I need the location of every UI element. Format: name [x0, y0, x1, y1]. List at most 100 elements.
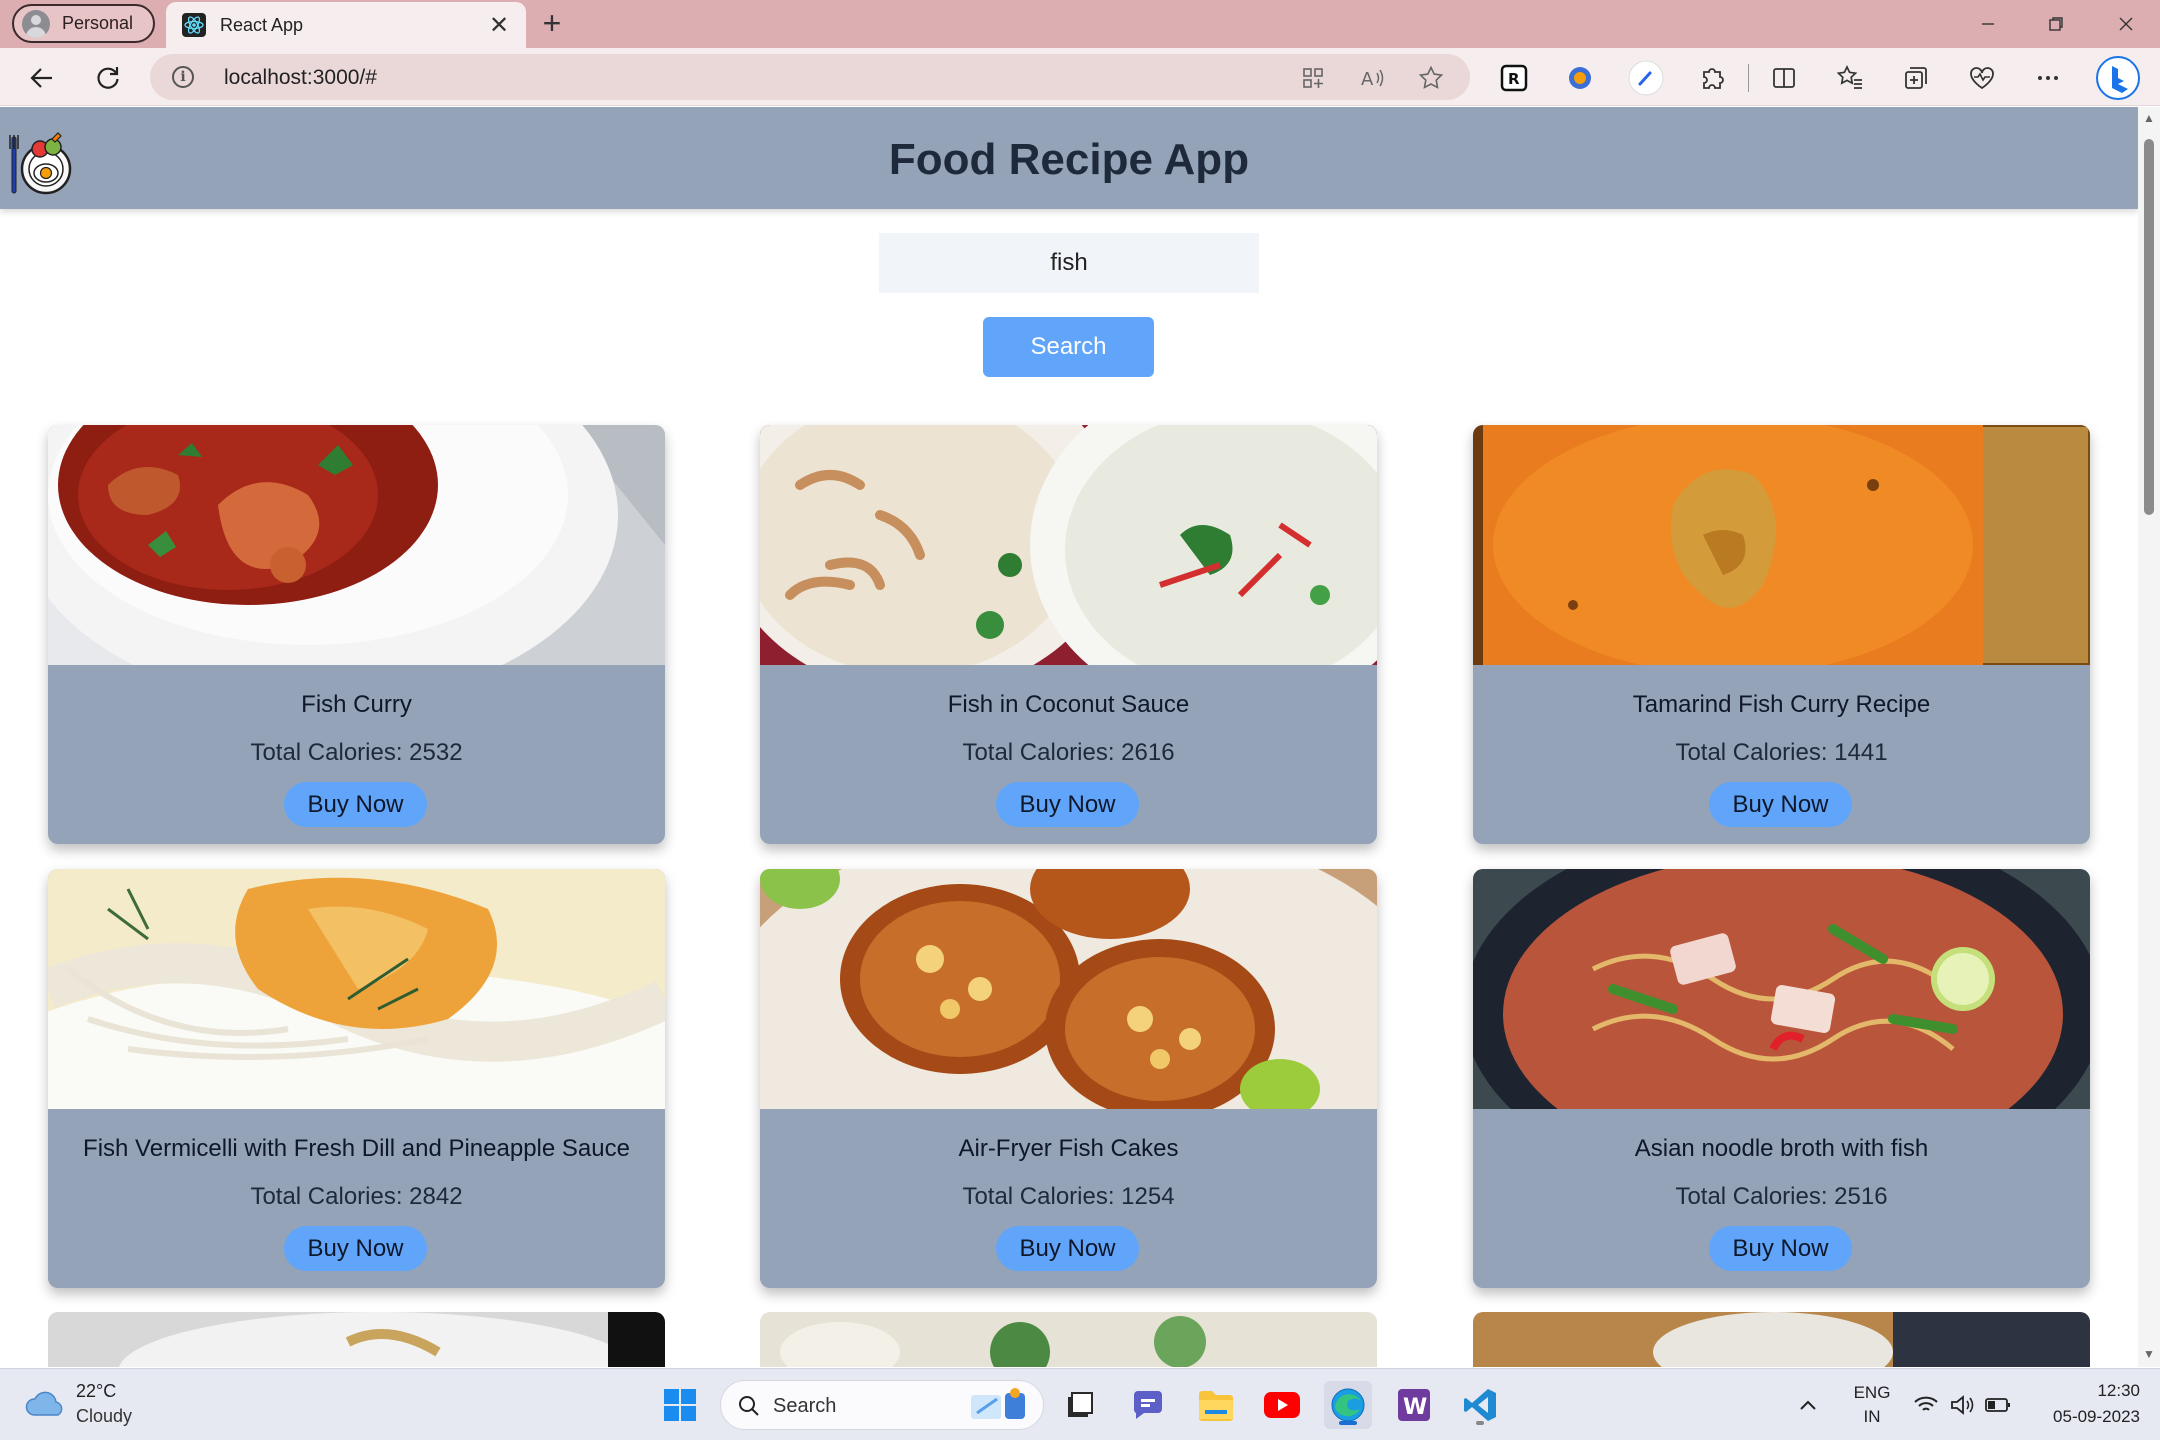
back-arrow-icon[interactable] [22, 58, 62, 98]
scrollbar-thumb[interactable] [2144, 139, 2154, 515]
clock-date[interactable]: 05-09-2023 [2030, 1407, 2140, 1427]
svg-text:R: R [1508, 70, 1520, 88]
recipe-title: Tamarind Fish Curry Recipe [1632, 691, 1931, 718]
extension-pen-icon[interactable] [1626, 58, 1666, 98]
refresh-icon[interactable] [88, 58, 128, 98]
app-header: Food Recipe App [0, 107, 2138, 209]
search-highlight-icon [971, 1388, 1025, 1419]
word-app-icon[interactable]: W [1390, 1381, 1438, 1429]
edge-browser-icon[interactable] [1324, 1381, 1372, 1429]
teams-chat-icon[interactable] [1124, 1381, 1172, 1429]
close-tab-icon[interactable]: ✕ [484, 10, 514, 40]
app-available-icon[interactable] [1298, 64, 1328, 92]
profile-label: Personal [62, 13, 134, 33]
extension-shield-icon[interactable] [1560, 58, 1600, 98]
recipe-calories: Total Calories: 2532 [250, 739, 463, 766]
recipe-search-input[interactable] [879, 233, 1259, 293]
recipe-card: Air-Fryer Fish Cakes Total Calories: 125… [760, 869, 1377, 1288]
recipe-calories: Total Calories: 2616 [962, 739, 1175, 766]
profile-avatar-icon [22, 9, 50, 38]
minimize-icon[interactable] [1960, 6, 2016, 42]
tab-title: React App [220, 14, 304, 35]
browser-toolbar: i localhost:3000/# A R [0, 48, 2160, 106]
recipe-image-fish-vermicelli [48, 869, 665, 1109]
split-screen-icon[interactable] [1764, 58, 1804, 98]
recipe-image-noodle-broth [1473, 869, 2090, 1109]
recipe-card: Fish Vermicelli with Fresh Dill and Pine… [48, 869, 665, 1288]
weather-temperature[interactable]: 22°C [76, 1381, 116, 1402]
running-app-indicator [1476, 1421, 1484, 1425]
recipe-title: Fish in Coconut Sauce [947, 691, 1190, 718]
collections-icon[interactable] [1896, 58, 1936, 98]
app-title: Food Recipe App [888, 135, 1250, 184]
cloudy-weather-icon[interactable] [24, 1389, 68, 1419]
active-app-indicator [1339, 1421, 1357, 1425]
buy-now-button[interactable]: Buy Now [284, 1226, 427, 1271]
recipe-calories: Total Calories: 1254 [962, 1183, 1175, 1210]
taskbar-search-label: Search [773, 1395, 837, 1417]
file-explorer-icon[interactable] [1192, 1381, 1240, 1429]
recipe-card: Tamarind Fish Curry Recipe Total Calorie… [1473, 425, 2090, 844]
buy-now-button[interactable]: Buy Now [284, 782, 427, 827]
more-menu-icon[interactable] [2028, 58, 2068, 98]
favorites-icon[interactable] [1830, 58, 1870, 98]
svg-text:W: W [1403, 1395, 1427, 1420]
profile-button[interactable]: Personal [12, 4, 155, 43]
extension-r-icon[interactable]: R [1494, 58, 1534, 98]
toolbar-divider [1748, 64, 1749, 92]
volume-icon[interactable] [1944, 1381, 1980, 1429]
wifi-icon[interactable] [1908, 1381, 1944, 1429]
youtube-icon[interactable] [1258, 1381, 1306, 1429]
recipe-card: Fish Curry Total Calories: 2532 Buy Now [48, 425, 665, 844]
recipe-image-fish-cakes [760, 869, 1377, 1109]
restore-icon[interactable] [2028, 6, 2084, 42]
battery-icon[interactable] [1980, 1381, 2016, 1429]
url-text[interactable]: localhost:3000/# [224, 66, 377, 90]
buy-now-button[interactable]: Buy Now [1709, 1226, 1852, 1271]
svg-text:A: A [1361, 69, 1374, 90]
weather-condition[interactable]: Cloudy [76, 1406, 132, 1427]
browser-essentials-icon[interactable] [1962, 58, 2002, 98]
buy-now-button[interactable]: Buy Now [996, 782, 1139, 827]
page-scrollbar[interactable]: ▲ ▼ [2138, 107, 2160, 1367]
react-logo-icon [182, 13, 206, 37]
recipe-title: Fish Curry [301, 691, 412, 718]
buy-now-button[interactable]: Buy Now [996, 1226, 1139, 1271]
new-tab-icon[interactable]: + [536, 7, 568, 40]
recipe-calories: Total Calories: 1441 [1675, 739, 1888, 766]
site-info-icon[interactable]: i [172, 66, 194, 88]
recipe-card: Fish in Coconut Sauce Total Calories: 26… [760, 425, 1377, 844]
recipe-image-fish-curry [48, 425, 665, 665]
show-hidden-icons-chevron-icon[interactable] [1790, 1381, 1826, 1429]
scroll-up-icon[interactable]: ▲ [2142, 111, 2156, 125]
tab-react-app[interactable]: React App ✕ [166, 2, 526, 48]
recipe-card: Asian noodle broth with fish Total Calor… [1473, 869, 2090, 1288]
region-indicator[interactable]: IN [1852, 1407, 1892, 1427]
windows-start-icon[interactable] [656, 1381, 704, 1429]
recipe-card-partial [760, 1312, 1377, 1367]
buy-now-button[interactable]: Buy Now [1709, 782, 1852, 827]
recipe-title: Fish Vermicelli with Fresh Dill and Pine… [83, 1135, 630, 1162]
recipe-calories: Total Calories: 2842 [250, 1183, 463, 1210]
extensions-puzzle-icon[interactable] [1692, 58, 1732, 98]
taskbar: 22°C Cloudy Search W ENG IN 12:30 05-09-… [0, 1368, 2160, 1440]
taskbar-search-box[interactable]: Search [720, 1380, 1044, 1430]
recipe-card-partial [48, 1312, 665, 1367]
favorite-star-icon[interactable] [1416, 64, 1446, 92]
recipe-title: Air-Fryer Fish Cakes [958, 1135, 1179, 1162]
recipe-calories: Total Calories: 2516 [1675, 1183, 1888, 1210]
browser-tab-strip: Personal React App ✕ + [0, 0, 2160, 48]
language-indicator[interactable]: ENG [1852, 1383, 1892, 1403]
close-window-icon[interactable] [2098, 6, 2154, 42]
search-icon [739, 1396, 759, 1416]
clock-time[interactable]: 12:30 [2040, 1381, 2140, 1401]
task-view-icon[interactable] [1056, 1381, 1104, 1429]
scroll-down-icon[interactable]: ▼ [2142, 1347, 2156, 1361]
vscode-icon[interactable] [1456, 1381, 1504, 1429]
read-aloud-icon[interactable]: A [1358, 64, 1388, 92]
search-button[interactable]: Search [983, 317, 1154, 377]
page-viewport: Food Recipe App Search Fish Curry T [0, 107, 2138, 1367]
copilot-icon[interactable] [2094, 54, 2142, 102]
address-bar[interactable]: i localhost:3000/# A [150, 54, 1470, 100]
recipe-title: Asian noodle broth with fish [1634, 1135, 1929, 1162]
